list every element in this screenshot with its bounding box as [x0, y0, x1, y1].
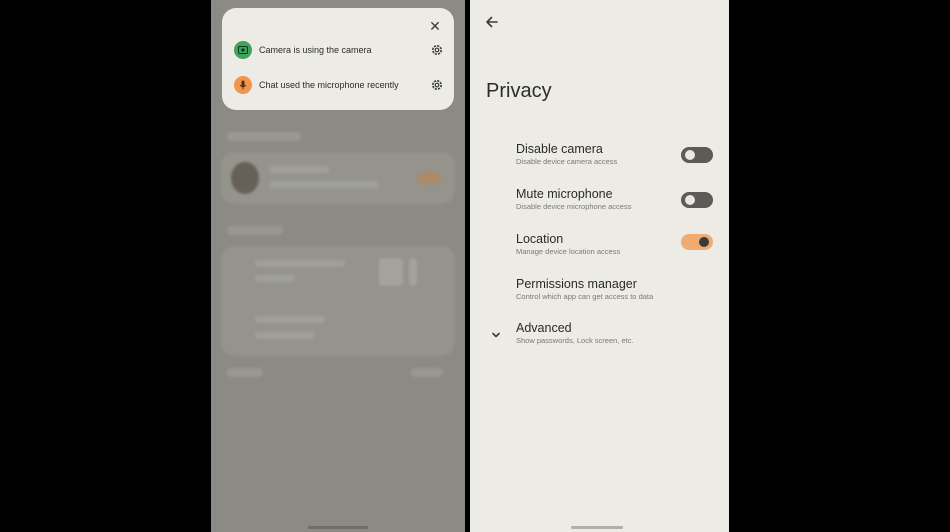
- camera-icon: [234, 41, 252, 59]
- setting-title: Advanced: [516, 321, 572, 335]
- blurred-manage-label: [227, 368, 263, 377]
- blurred-conversation-card: [221, 152, 455, 204]
- location-toggle[interactable]: [681, 234, 713, 250]
- microphone-usage-row[interactable]: Chat used the microphone recently: [234, 74, 444, 96]
- setting-permissions-manager[interactable]: Permissions manager Control which app ca…: [516, 277, 716, 302]
- blurred-clear-label: [411, 368, 443, 377]
- microphone-icon: [234, 76, 252, 94]
- privacy-indicator-popup: ✕ Camera is using the camera Chat used t…: [222, 8, 454, 110]
- mute-microphone-toggle[interactable]: [681, 192, 713, 208]
- home-indicator[interactable]: [308, 526, 368, 529]
- camera-usage-row[interactable]: Camera is using the camera: [234, 39, 444, 61]
- back-arrow-icon[interactable]: [484, 14, 500, 30]
- setting-subtitle: Show passwords, Lock screen, etc.: [516, 336, 634, 345]
- microphone-usage-text: Chat used the microphone recently: [259, 80, 399, 90]
- gear-icon[interactable]: [430, 43, 444, 57]
- blurred-section-label: [227, 226, 283, 235]
- privacy-settings-screen: Privacy Disable camera Disable device ca…: [470, 0, 729, 532]
- setting-subtitle: Control which app can get access to data: [516, 292, 654, 301]
- notification-shade-screen: ✕ Camera is using the camera Chat used t…: [211, 0, 465, 532]
- page-title: Privacy: [486, 80, 552, 102]
- camera-usage-text: Camera is using the camera: [259, 45, 372, 55]
- setting-title: Permissions manager: [516, 277, 637, 291]
- chevron-down-icon: [490, 328, 502, 340]
- gear-icon[interactable]: [430, 78, 444, 92]
- home-indicator[interactable]: [571, 526, 623, 529]
- close-icon[interactable]: ✕: [428, 19, 442, 33]
- disable-camera-toggle[interactable]: [681, 147, 713, 163]
- setting-advanced[interactable]: Advanced Show passwords, Lock screen, et…: [516, 321, 716, 346]
- blurred-section-label: [227, 132, 301, 141]
- blurred-notifications-card: [221, 246, 455, 356]
